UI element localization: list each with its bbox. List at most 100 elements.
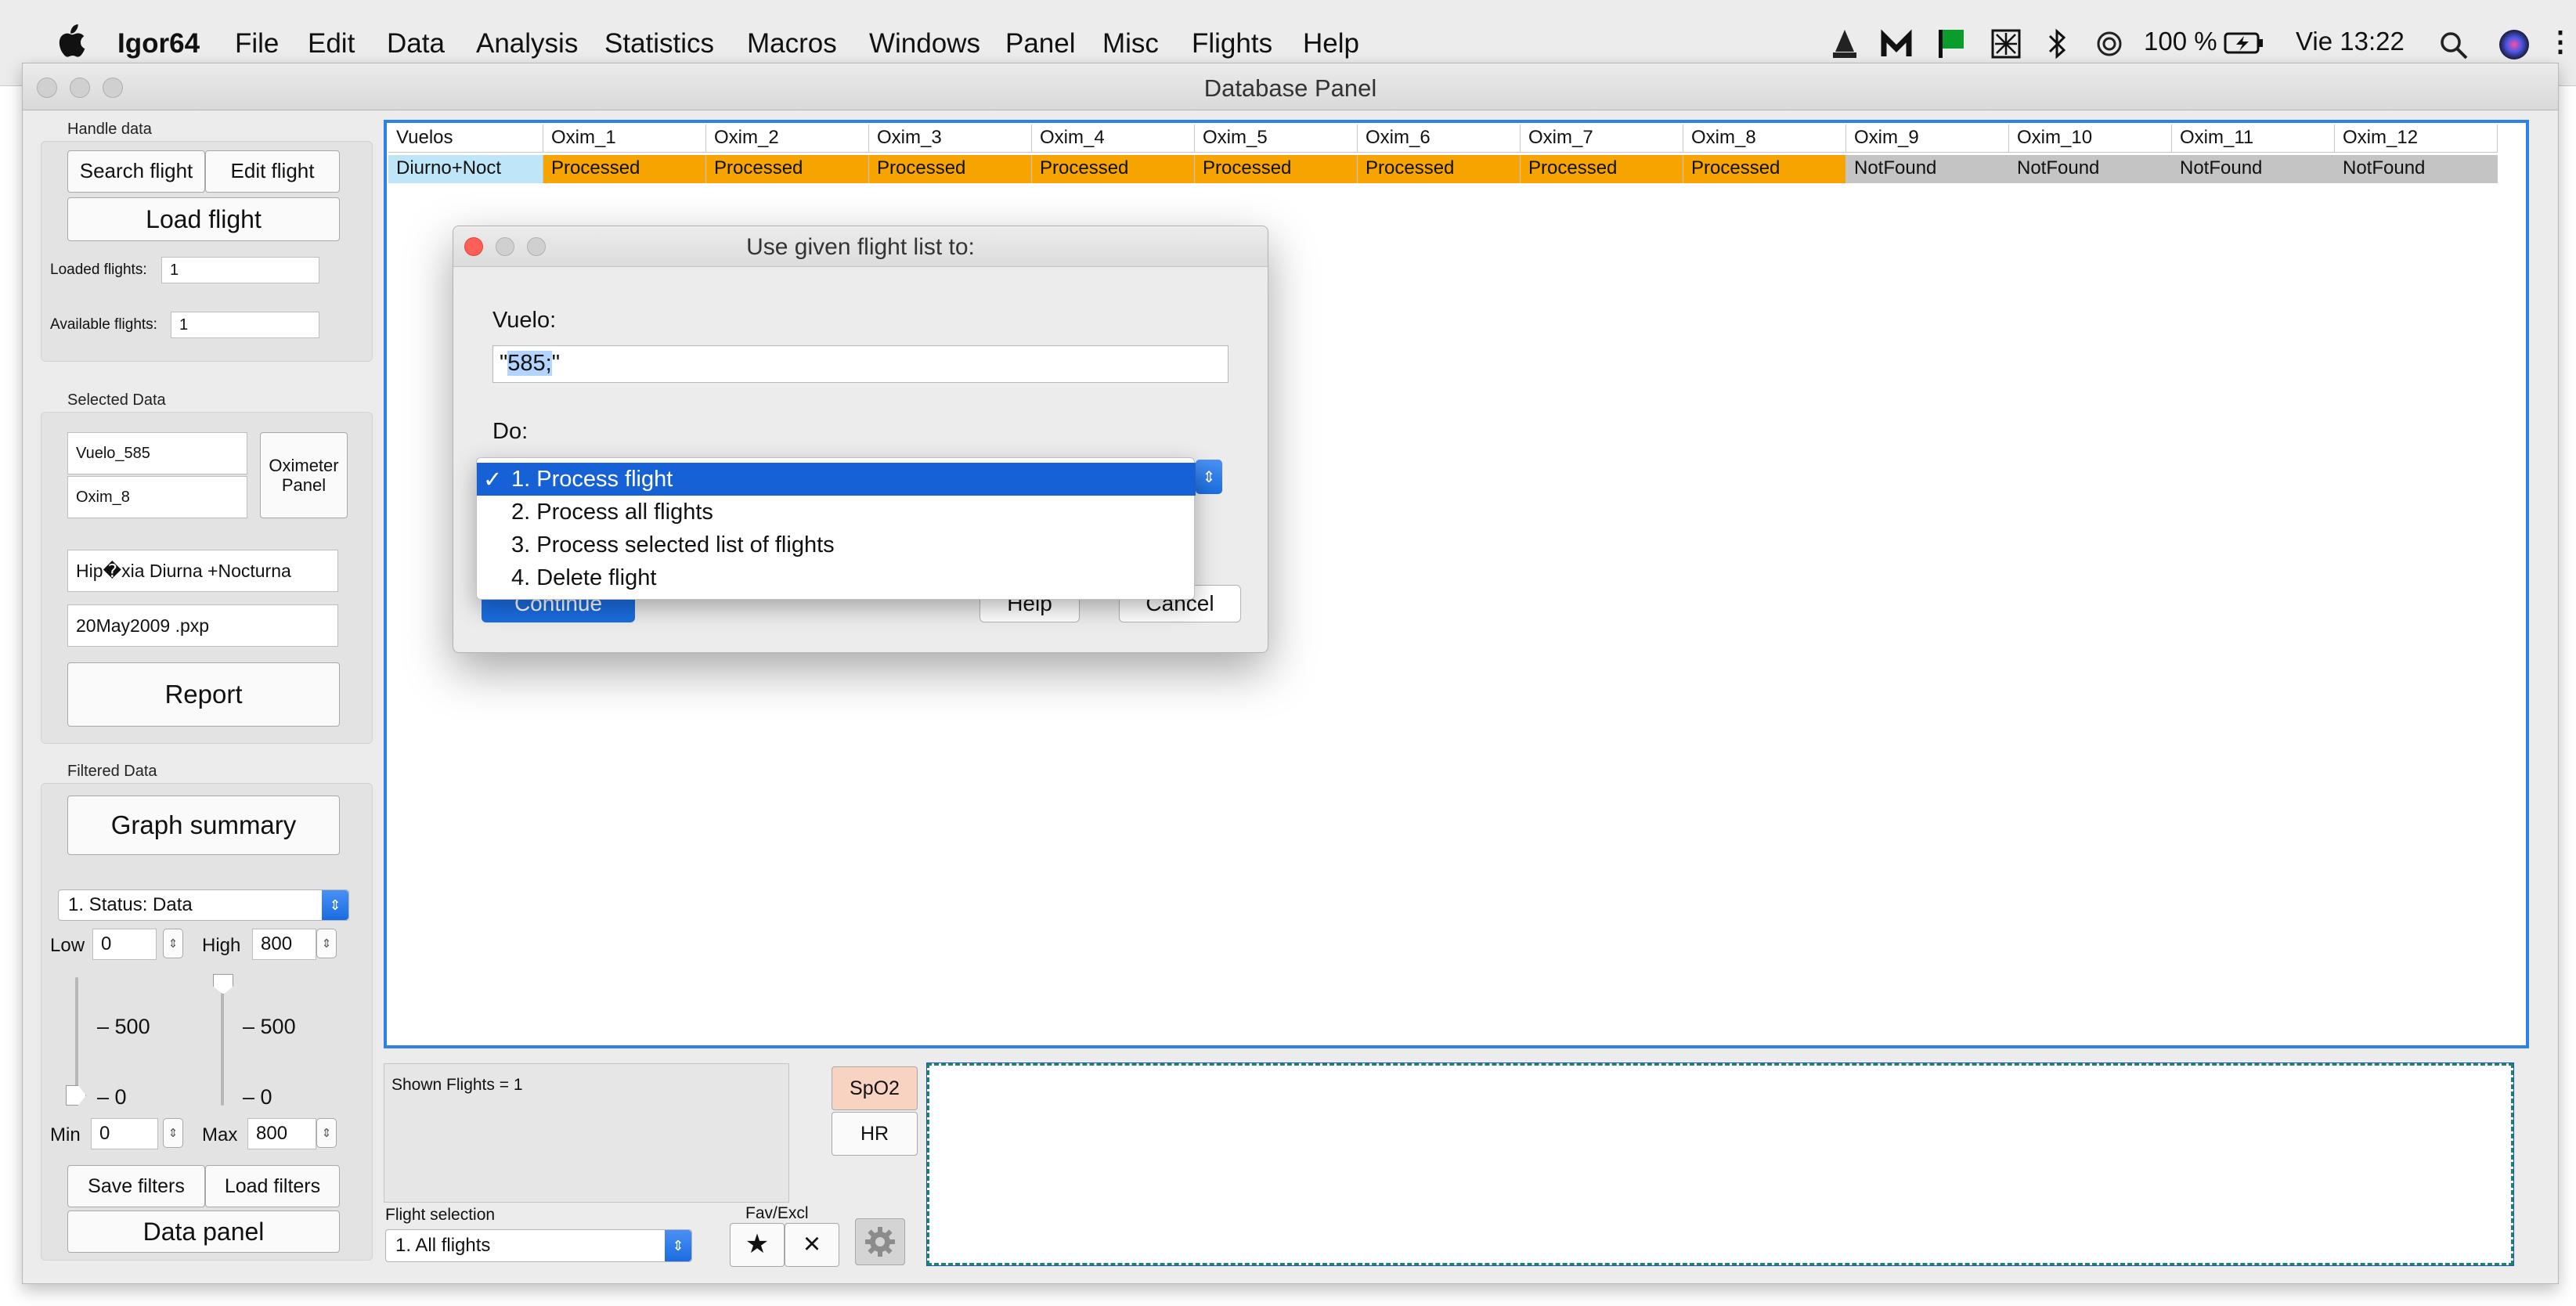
table-header-cell[interactable]: Oxim_4 bbox=[1032, 124, 1195, 153]
menu-help[interactable]: Help bbox=[1303, 28, 1359, 60]
menu-file[interactable]: File bbox=[235, 28, 279, 60]
handle-data-label: Handle data bbox=[67, 121, 152, 138]
vlc-icon[interactable] bbox=[1831, 28, 1859, 60]
load-filters-button[interactable]: Load filters bbox=[205, 1165, 340, 1207]
menu-item-process-selected-list[interactable]: 3. Process selected list of flights bbox=[477, 529, 1196, 561]
high-slider-tick-mid: – 500 bbox=[243, 1015, 296, 1038]
status-popup[interactable]: 1. Status: Data ⇕ bbox=[58, 889, 349, 921]
selected-flight-field[interactable]: Vuelo_585 bbox=[67, 432, 247, 474]
apple-icon[interactable] bbox=[55, 23, 86, 60]
search-icon[interactable] bbox=[2438, 30, 2470, 61]
siri-icon[interactable] bbox=[2498, 28, 2531, 61]
menu-misc[interactable]: Misc bbox=[1102, 28, 1159, 60]
low-slider-tick-mid-value: 500 bbox=[114, 1015, 150, 1038]
low-field[interactable]: 0 bbox=[92, 929, 157, 960]
menu-item-label: 2. Process all flights bbox=[511, 499, 713, 525]
hr-button[interactable]: HR bbox=[832, 1112, 918, 1156]
table-cell[interactable]: Processed bbox=[1683, 155, 1846, 183]
table-header-cell[interactable]: Oxim_3 bbox=[869, 124, 1032, 153]
table-cell[interactable]: Processed bbox=[706, 155, 869, 183]
flag-icon[interactable] bbox=[1936, 28, 1967, 60]
do-popup-arrow[interactable]: ⇕ bbox=[1196, 460, 1222, 494]
table-cell[interactable]: Processed bbox=[1521, 155, 1683, 183]
graph-area[interactable] bbox=[926, 1062, 2514, 1266]
table-header-cell[interactable]: Oxim_10 bbox=[2009, 124, 2172, 153]
table-cell[interactable]: Processed bbox=[1032, 155, 1195, 183]
file-field[interactable]: 20May2009 .pxp bbox=[67, 604, 338, 647]
battery-percent[interactable]: 100 % bbox=[2144, 27, 2217, 56]
min-stepper[interactable]: ⇕ bbox=[163, 1118, 183, 1148]
edit-flight-button[interactable]: Edit flight bbox=[205, 150, 340, 193]
table-header-cell[interactable]: Oxim_11 bbox=[2172, 124, 2335, 153]
table-cell[interactable]: Processed bbox=[869, 155, 1032, 183]
menu-data[interactable]: Data bbox=[387, 28, 445, 60]
low-label: Low bbox=[50, 935, 85, 956]
min-field[interactable]: 0 bbox=[91, 1118, 158, 1149]
search-flight-button[interactable]: Search flight bbox=[67, 150, 205, 193]
menu-item-delete-flight[interactable]: 4. Delete flight bbox=[477, 561, 1196, 594]
report-button[interactable]: Report bbox=[67, 662, 340, 727]
load-flight-button[interactable]: Load flight bbox=[67, 197, 340, 241]
high-field[interactable]: 800 bbox=[252, 929, 316, 960]
favorite-button[interactable]: ★ bbox=[730, 1223, 785, 1267]
table-cell[interactable]: Processed bbox=[1195, 155, 1358, 183]
dialog-titlebar: Use given flight list to: bbox=[453, 226, 1268, 267]
table-cell[interactable]: Processed bbox=[543, 155, 706, 183]
max-field[interactable]: 800 bbox=[247, 1118, 316, 1149]
airplay-icon[interactable] bbox=[2092, 30, 2127, 58]
table-cell[interactable]: Diurno+Noct bbox=[388, 155, 543, 183]
more-icon[interactable]: ⋮ bbox=[2546, 25, 2574, 58]
malwarebytes-icon[interactable] bbox=[1879, 28, 1914, 60]
status-popup-value: 1. Status: Data bbox=[68, 894, 193, 915]
high-stepper[interactable]: ⇕ bbox=[316, 929, 337, 958]
table-header-cell[interactable]: Oxim_8 bbox=[1683, 124, 1846, 153]
high-slider-track[interactable] bbox=[221, 977, 224, 1106]
table-cell[interactable]: NotFound bbox=[2009, 155, 2172, 183]
menu-panel[interactable]: Panel bbox=[1005, 28, 1076, 60]
menu-flights[interactable]: Flights bbox=[1192, 28, 1272, 60]
table-header-cell[interactable]: Oxim_9 bbox=[1846, 124, 2009, 153]
available-flights-field[interactable]: 1 bbox=[171, 312, 319, 338]
vuelo-input-selection: 585; bbox=[507, 351, 552, 376]
save-filters-button[interactable]: Save filters bbox=[67, 1165, 205, 1207]
menu-windows[interactable]: Windows bbox=[869, 28, 980, 60]
vuelo-input[interactable]: "585;" bbox=[492, 345, 1228, 383]
spo2-button[interactable]: SpO2 bbox=[832, 1066, 918, 1110]
oximeter-panel-button[interactable]: Oximeter Panel bbox=[260, 432, 348, 518]
table-cell[interactable]: NotFound bbox=[1846, 155, 2009, 183]
max-stepper[interactable]: ⇕ bbox=[316, 1118, 337, 1148]
bluetooth-icon[interactable] bbox=[2045, 27, 2069, 61]
settings-button[interactable] bbox=[855, 1218, 905, 1265]
table-header-cell[interactable]: Oxim_7 bbox=[1521, 124, 1683, 153]
data-panel-button[interactable]: Data panel bbox=[67, 1210, 340, 1253]
menu-macros[interactable]: Macros bbox=[747, 28, 837, 60]
table-header-cell[interactable]: Oxim_12 bbox=[2335, 124, 2498, 153]
condition-field[interactable]: Hip�xia Diurna +Nocturna bbox=[67, 550, 338, 592]
table-header-cell[interactable]: Oxim_5 bbox=[1195, 124, 1358, 153]
fav-excl-label: Fav/Excl bbox=[745, 1204, 809, 1222]
max-label: Max bbox=[202, 1124, 238, 1145]
table-header-cell[interactable]: Oxim_2 bbox=[706, 124, 869, 153]
graph-summary-button[interactable]: Graph summary bbox=[67, 796, 340, 855]
table-header-cell[interactable]: Vuelos bbox=[388, 124, 543, 153]
menu-app-name[interactable]: Igor64 bbox=[117, 28, 200, 60]
loaded-flights-field[interactable]: 1 bbox=[161, 257, 319, 283]
table-header-cell[interactable]: Oxim_6 bbox=[1358, 124, 1521, 153]
table-cell[interactable]: Processed bbox=[1358, 155, 1521, 183]
menu-analysis[interactable]: Analysis bbox=[476, 28, 578, 60]
table-cell[interactable]: NotFound bbox=[2335, 155, 2498, 183]
menu-item-process-flight[interactable]: ✓ 1. Process flight bbox=[477, 463, 1196, 496]
chevron-updown-icon: ⇕ bbox=[665, 1230, 691, 1261]
table-header-cell[interactable]: Oxim_1 bbox=[543, 124, 706, 153]
menu-edit[interactable]: Edit bbox=[308, 28, 355, 60]
grid-icon[interactable] bbox=[1990, 28, 2022, 60]
menu-statistics[interactable]: Statistics bbox=[604, 28, 714, 60]
table-cell[interactable]: NotFound bbox=[2172, 155, 2335, 183]
battery-icon[interactable] bbox=[2224, 31, 2264, 55]
menu-item-process-all-flights[interactable]: 2. Process all flights bbox=[477, 496, 1196, 529]
exclude-button[interactable]: × bbox=[785, 1223, 839, 1267]
selected-oximeter-field[interactable]: Oxim_8 bbox=[67, 476, 247, 518]
low-stepper[interactable]: ⇕ bbox=[163, 929, 183, 958]
menu-clock[interactable]: Vie 13:22 bbox=[2296, 27, 2405, 56]
flight-selection-popup[interactable]: 1. All flights ⇕ bbox=[385, 1229, 692, 1262]
